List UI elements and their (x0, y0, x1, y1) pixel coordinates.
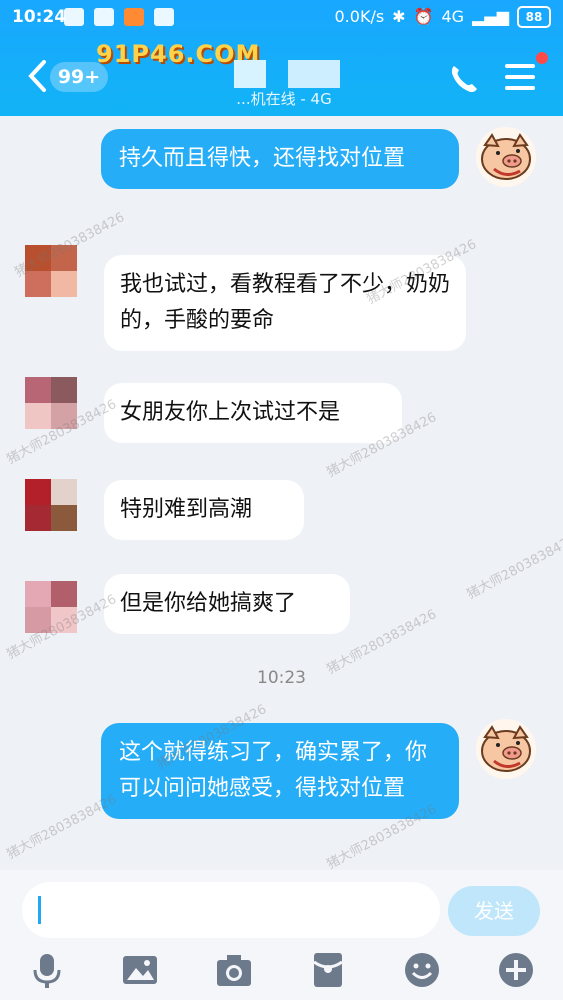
network-speed: 0.0K/s (334, 7, 385, 26)
avatar[interactable] (25, 479, 77, 531)
avatar[interactable] (476, 127, 536, 187)
emoji-icon[interactable] (402, 950, 442, 990)
chevron-left-icon (28, 60, 46, 92)
alarm-icon: ⏰ (413, 7, 434, 26)
notification-icon (94, 8, 114, 26)
notification-icon (64, 8, 84, 26)
status-bar: 10:24 0.0K/s ✱ ⏰ 4G ▂▄▆ 88 (0, 0, 563, 34)
image-icon[interactable] (120, 950, 160, 990)
contact-name-blurred (234, 60, 266, 88)
microphone-icon[interactable] (27, 950, 67, 990)
back-button[interactable] (20, 56, 54, 96)
send-button[interactable]: 发送 (448, 886, 540, 936)
message-bubble-incoming[interactable]: 女朋友你上次试过不是 (104, 383, 402, 443)
message-bubble-outgoing[interactable]: 这个就得练习了，确实累了，你可以问问她感受，得找对位置 (101, 723, 459, 819)
signal-icon: ▂▄▆ (472, 7, 509, 26)
camera-icon[interactable] (214, 950, 254, 990)
unread-count-badge[interactable]: 99+ (50, 62, 108, 92)
app-notification-icon (124, 8, 144, 26)
header: 10:24 0.0K/s ✱ ⏰ 4G ▂▄▆ 88 91P46.COM 99+… (0, 0, 563, 116)
message-bubble-outgoing[interactable]: 持久而且得快，还得找对位置 (101, 129, 459, 189)
watermark: 猪大师2803838426 (4, 792, 120, 863)
network-type: 4G (441, 7, 465, 26)
clock: 10:24 (12, 7, 67, 27)
bluetooth-icon: ✱ (392, 7, 406, 26)
text-cursor (38, 896, 41, 924)
watermark: 猪大师2803838426 (464, 532, 563, 603)
chat-area[interactable]: 持久而且得快，还得找对位置 我也试过，看教程看了不少，奶奶的，手酸的要命 女朋友… (0, 116, 563, 872)
delete-icon (154, 8, 174, 26)
timestamp: 10:23 (257, 668, 306, 688)
notification-dot (536, 52, 548, 64)
contact-name-blurred (288, 60, 340, 88)
phone-icon[interactable] (446, 62, 480, 96)
red-packet-icon[interactable] (308, 950, 348, 990)
avatar[interactable] (476, 719, 536, 779)
message-input[interactable] (22, 882, 440, 938)
menu-icon[interactable] (505, 64, 535, 92)
battery-indicator: 88 (517, 6, 551, 28)
input-bar: 发送 (0, 870, 563, 1000)
pig-avatar-icon (481, 725, 531, 772)
plus-icon[interactable] (496, 950, 536, 990)
pig-avatar-icon (481, 133, 531, 180)
message-bubble-incoming[interactable]: 特别难到高潮 (104, 480, 304, 540)
online-status: ...机在线 - 4G (236, 90, 332, 108)
message-bubble-incoming[interactable]: 但是你给她搞爽了 (104, 574, 350, 634)
